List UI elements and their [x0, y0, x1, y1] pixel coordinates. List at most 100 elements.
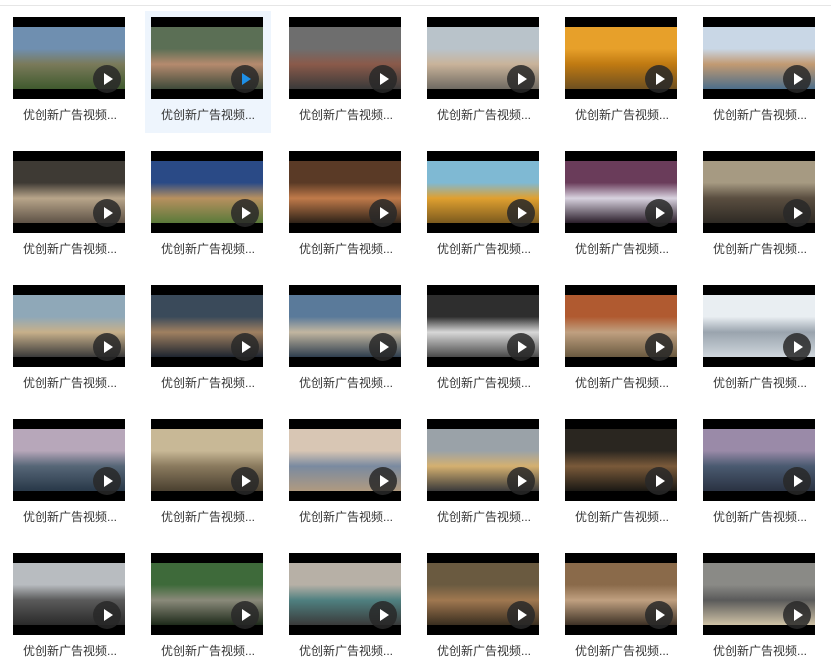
play-icon[interactable]: [93, 65, 121, 93]
play-icon[interactable]: [645, 65, 673, 93]
video-file-name[interactable]: 优创新广告视频...: [697, 509, 823, 525]
video-file-name[interactable]: 优创新广告视频...: [421, 107, 547, 123]
video-file-tile[interactable]: 优创新广告视频...: [283, 547, 409, 669]
video-file-tile[interactable]: 优创新广告视频...: [7, 547, 133, 669]
play-icon[interactable]: [507, 199, 535, 227]
video-file-tile[interactable]: 优创新广告视频...: [283, 11, 409, 133]
video-file-name[interactable]: 优创新广告视频...: [559, 643, 685, 659]
video-file-name[interactable]: 优创新广告视频...: [559, 107, 685, 123]
play-icon[interactable]: [645, 199, 673, 227]
play-icon[interactable]: [231, 199, 259, 227]
video-file-name[interactable]: 优创新广告视频...: [145, 643, 271, 659]
play-icon[interactable]: [783, 65, 811, 93]
play-icon[interactable]: [507, 333, 535, 361]
video-file-tile[interactable]: 优创新广告视频...: [145, 145, 271, 267]
video-thumbnail[interactable]: [703, 17, 815, 99]
video-file-name[interactable]: 优创新广告视频...: [145, 509, 271, 525]
video-file-name[interactable]: 优创新广告视频...: [145, 241, 271, 257]
play-icon[interactable]: [369, 601, 397, 629]
play-icon[interactable]: [231, 65, 259, 93]
video-file-tile[interactable]: 优创新广告视频...: [421, 279, 547, 401]
video-file-tile[interactable]: 优创新广告视频...: [697, 145, 823, 267]
play-icon[interactable]: [93, 199, 121, 227]
video-file-tile[interactable]: 优创新广告视频...: [421, 547, 547, 669]
video-file-name[interactable]: 优创新广告视频...: [283, 643, 409, 659]
video-file-name[interactable]: 优创新广告视频...: [421, 241, 547, 257]
video-thumbnail[interactable]: [565, 285, 677, 367]
video-file-name[interactable]: 优创新广告视频...: [697, 241, 823, 257]
video-thumbnail[interactable]: [289, 151, 401, 233]
play-icon[interactable]: [783, 199, 811, 227]
play-icon[interactable]: [507, 467, 535, 495]
video-file-tile[interactable]: 优创新广告视频...: [421, 413, 547, 535]
video-file-tile[interactable]: 优创新广告视频...: [7, 279, 133, 401]
video-thumbnail[interactable]: [13, 17, 125, 99]
video-file-name[interactable]: 优创新广告视频...: [7, 643, 133, 659]
video-thumbnail[interactable]: [703, 285, 815, 367]
video-file-tile[interactable]: 优创新广告视频...: [421, 11, 547, 133]
video-file-name[interactable]: 优创新广告视频...: [559, 375, 685, 391]
video-thumbnail[interactable]: [427, 285, 539, 367]
play-icon[interactable]: [369, 333, 397, 361]
play-icon[interactable]: [369, 467, 397, 495]
video-file-tile[interactable]: 优创新广告视频...: [559, 145, 685, 267]
video-file-tile[interactable]: 优创新广告视频...: [697, 11, 823, 133]
play-icon[interactable]: [369, 199, 397, 227]
video-file-name[interactable]: 优创新广告视频...: [697, 375, 823, 391]
video-file-name[interactable]: 优创新广告视频...: [7, 509, 133, 525]
video-file-tile[interactable]: 优创新广告视频...: [283, 413, 409, 535]
video-thumbnail[interactable]: [151, 553, 263, 635]
video-file-name[interactable]: 优创新广告视频...: [7, 107, 133, 123]
play-icon[interactable]: [783, 333, 811, 361]
play-icon[interactable]: [231, 467, 259, 495]
play-icon[interactable]: [231, 333, 259, 361]
video-file-tile[interactable]: 优创新广告视频...: [283, 145, 409, 267]
video-thumbnail[interactable]: [151, 17, 263, 99]
video-file-tile[interactable]: 优创新广告视频...: [7, 145, 133, 267]
video-thumbnail[interactable]: [151, 285, 263, 367]
video-thumbnail[interactable]: [151, 419, 263, 501]
video-thumbnail[interactable]: [427, 17, 539, 99]
video-thumbnail[interactable]: [427, 151, 539, 233]
video-file-tile[interactable]: 优创新广告视频...: [697, 279, 823, 401]
play-icon[interactable]: [645, 467, 673, 495]
video-file-tile[interactable]: 优创新广告视频...: [697, 547, 823, 669]
video-file-tile[interactable]: 优创新广告视频...: [559, 413, 685, 535]
play-icon[interactable]: [507, 601, 535, 629]
play-icon[interactable]: [783, 467, 811, 495]
play-icon[interactable]: [507, 65, 535, 93]
video-thumbnail[interactable]: [427, 419, 539, 501]
video-file-name[interactable]: 优创新广告视频...: [7, 375, 133, 391]
video-file-tile[interactable]: 优创新广告视频...: [145, 413, 271, 535]
video-file-name[interactable]: 优创新广告视频...: [283, 107, 409, 123]
video-file-name[interactable]: 优创新广告视频...: [7, 241, 133, 257]
video-thumbnail[interactable]: [13, 151, 125, 233]
video-thumbnail[interactable]: [289, 17, 401, 99]
video-thumbnail[interactable]: [565, 17, 677, 99]
video-file-name[interactable]: 优创新广告视频...: [145, 107, 271, 123]
video-file-name[interactable]: 优创新广告视频...: [145, 375, 271, 391]
video-thumbnail[interactable]: [565, 553, 677, 635]
video-file-tile[interactable]: 优创新广告视频...: [145, 279, 271, 401]
video-file-tile[interactable]: 优创新广告视频...: [7, 413, 133, 535]
video-thumbnail[interactable]: [13, 419, 125, 501]
video-thumbnail[interactable]: [703, 553, 815, 635]
video-file-tile[interactable]: 优创新广告视频...: [697, 413, 823, 535]
video-file-tile[interactable]: 优创新广告视频...: [421, 145, 547, 267]
video-file-tile[interactable]: 优创新广告视频...: [145, 11, 271, 133]
video-file-name[interactable]: 优创新广告视频...: [421, 643, 547, 659]
video-file-tile[interactable]: 优创新广告视频...: [283, 279, 409, 401]
video-file-tile[interactable]: 优创新广告视频...: [145, 547, 271, 669]
video-thumbnail[interactable]: [289, 285, 401, 367]
video-file-name[interactable]: 优创新广告视频...: [283, 375, 409, 391]
video-file-tile[interactable]: 优创新广告视频...: [559, 11, 685, 133]
video-thumbnail[interactable]: [13, 285, 125, 367]
video-file-tile[interactable]: 优创新广告视频...: [559, 279, 685, 401]
video-file-name[interactable]: 优创新广告视频...: [697, 643, 823, 659]
video-thumbnail[interactable]: [289, 419, 401, 501]
video-thumbnail[interactable]: [565, 151, 677, 233]
video-file-name[interactable]: 优创新广告视频...: [559, 509, 685, 525]
video-file-name[interactable]: 优创新广告视频...: [421, 375, 547, 391]
video-thumbnail[interactable]: [427, 553, 539, 635]
video-thumbnail[interactable]: [13, 553, 125, 635]
